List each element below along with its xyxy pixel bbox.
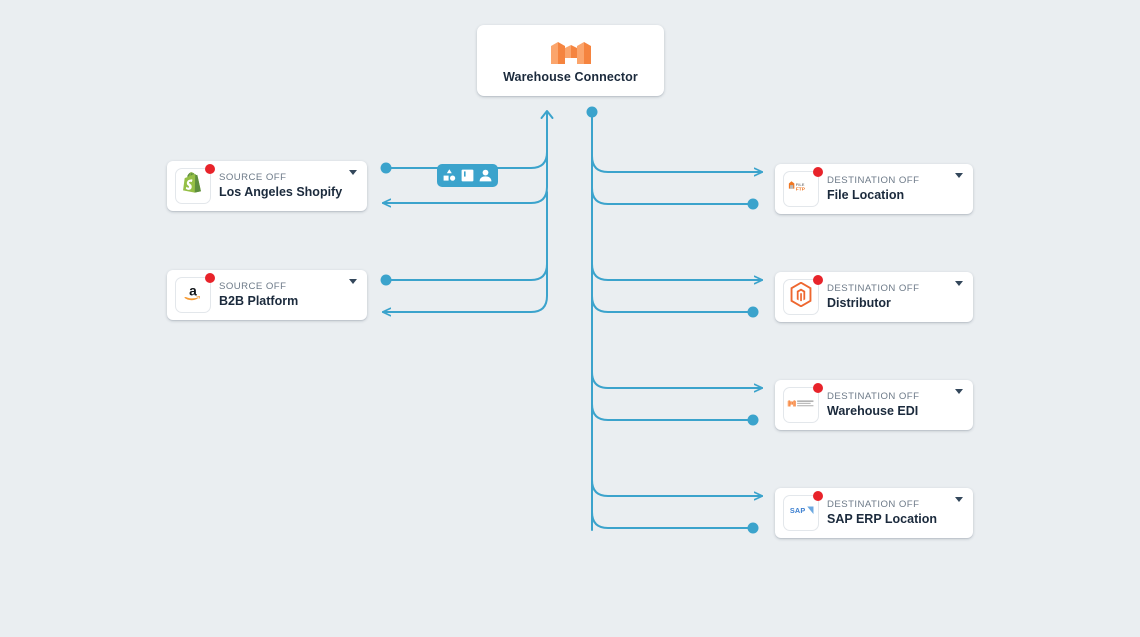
svg-text:FTP: FTP xyxy=(796,186,806,192)
status-badge xyxy=(813,491,823,501)
source-node-los-angeles-shopify[interactable]: SOURCE OFF Los Angeles Shopify xyxy=(167,161,367,211)
chevron-down-icon[interactable] xyxy=(349,170,357,175)
source-node-text: SOURCE OFF B2B Platform xyxy=(219,280,361,308)
destination-node-text: DESTINATION OFF File Location xyxy=(827,174,967,202)
destination-node-text: DESTINATION OFF SAP ERP Location xyxy=(827,498,967,526)
amazon-icon: a xyxy=(181,282,205,308)
destination-node-title: SAP ERP Location xyxy=(827,511,937,526)
document-icon[interactable] xyxy=(460,168,475,183)
sap-icon: SAP xyxy=(788,504,814,522)
destination-node-sap-erp-location[interactable]: SAP DESTINATION OFF SAP ERP Location xyxy=(775,488,973,538)
flow-canvas[interactable]: Warehouse Connector SOURCE OFF Los Angel… xyxy=(0,0,1140,637)
source-node-title: B2B Platform xyxy=(219,293,299,308)
destination-node-text: DESTINATION OFF Warehouse EDI xyxy=(827,390,967,418)
destination-node-warehouse-edi[interactable]: DESTINATION OFF Warehouse EDI xyxy=(775,380,973,430)
status-badge xyxy=(813,383,823,393)
shapes-icon[interactable] xyxy=(442,168,457,183)
warehouse-connector-wordmark-icon xyxy=(787,396,815,414)
source-icon-box: a xyxy=(175,273,215,313)
destination-node-kicker: DESTINATION OFF xyxy=(827,174,920,186)
magento-icon xyxy=(790,281,812,312)
destination-icon-box: FILE FTP xyxy=(783,167,823,207)
source-node-kicker: SOURCE OFF xyxy=(219,280,287,292)
destination-node-kicker: DESTINATION OFF xyxy=(827,390,920,402)
source-node-text: SOURCE OFF Los Angeles Shopify xyxy=(219,171,361,199)
file-ftp-icon: FILE FTP xyxy=(788,180,814,198)
destination-node-kicker: DESTINATION OFF xyxy=(827,282,920,294)
chevron-down-icon[interactable] xyxy=(955,389,963,394)
hub-node-label: Warehouse Connector xyxy=(503,69,638,84)
chevron-down-icon[interactable] xyxy=(349,279,357,284)
svg-text:a: a xyxy=(189,283,197,299)
destination-icon-box: SAP xyxy=(783,491,823,531)
chevron-down-icon[interactable] xyxy=(955,497,963,502)
svg-text:FILE: FILE xyxy=(796,182,805,187)
status-badge xyxy=(205,164,215,174)
warehouse-connector-logo-icon xyxy=(549,38,593,66)
destination-icon-box xyxy=(783,275,823,315)
source-icon-box xyxy=(175,164,215,204)
status-badge xyxy=(205,273,215,283)
source-node-title: Los Angeles Shopify xyxy=(219,184,343,199)
source-node-b2b-platform[interactable]: a SOURCE OFF B2B Platform xyxy=(167,270,367,320)
shopify-icon xyxy=(182,171,204,201)
destination-node-text: DESTINATION OFF Distributor xyxy=(827,282,967,310)
destination-icon-box xyxy=(783,383,823,423)
destination-node-title: Distributor xyxy=(827,295,891,310)
status-badge xyxy=(813,167,823,177)
svg-text:SAP: SAP xyxy=(790,506,805,515)
status-badge xyxy=(813,275,823,285)
destination-node-title: File Location xyxy=(827,187,905,202)
source-node-kicker: SOURCE OFF xyxy=(219,171,287,183)
wire-toolbar[interactable] xyxy=(437,164,498,187)
destination-node-kicker: DESTINATION OFF xyxy=(827,498,920,510)
destination-node-title: Warehouse EDI xyxy=(827,403,919,418)
destination-node-distributor[interactable]: DESTINATION OFF Distributor xyxy=(775,272,973,322)
chevron-down-icon[interactable] xyxy=(955,173,963,178)
person-icon[interactable] xyxy=(478,168,493,183)
destination-node-file-location[interactable]: FILE FTP DESTINATION OFF File Location xyxy=(775,164,973,214)
hub-node-warehouse-connector[interactable]: Warehouse Connector xyxy=(477,25,664,96)
chevron-down-icon[interactable] xyxy=(955,281,963,286)
